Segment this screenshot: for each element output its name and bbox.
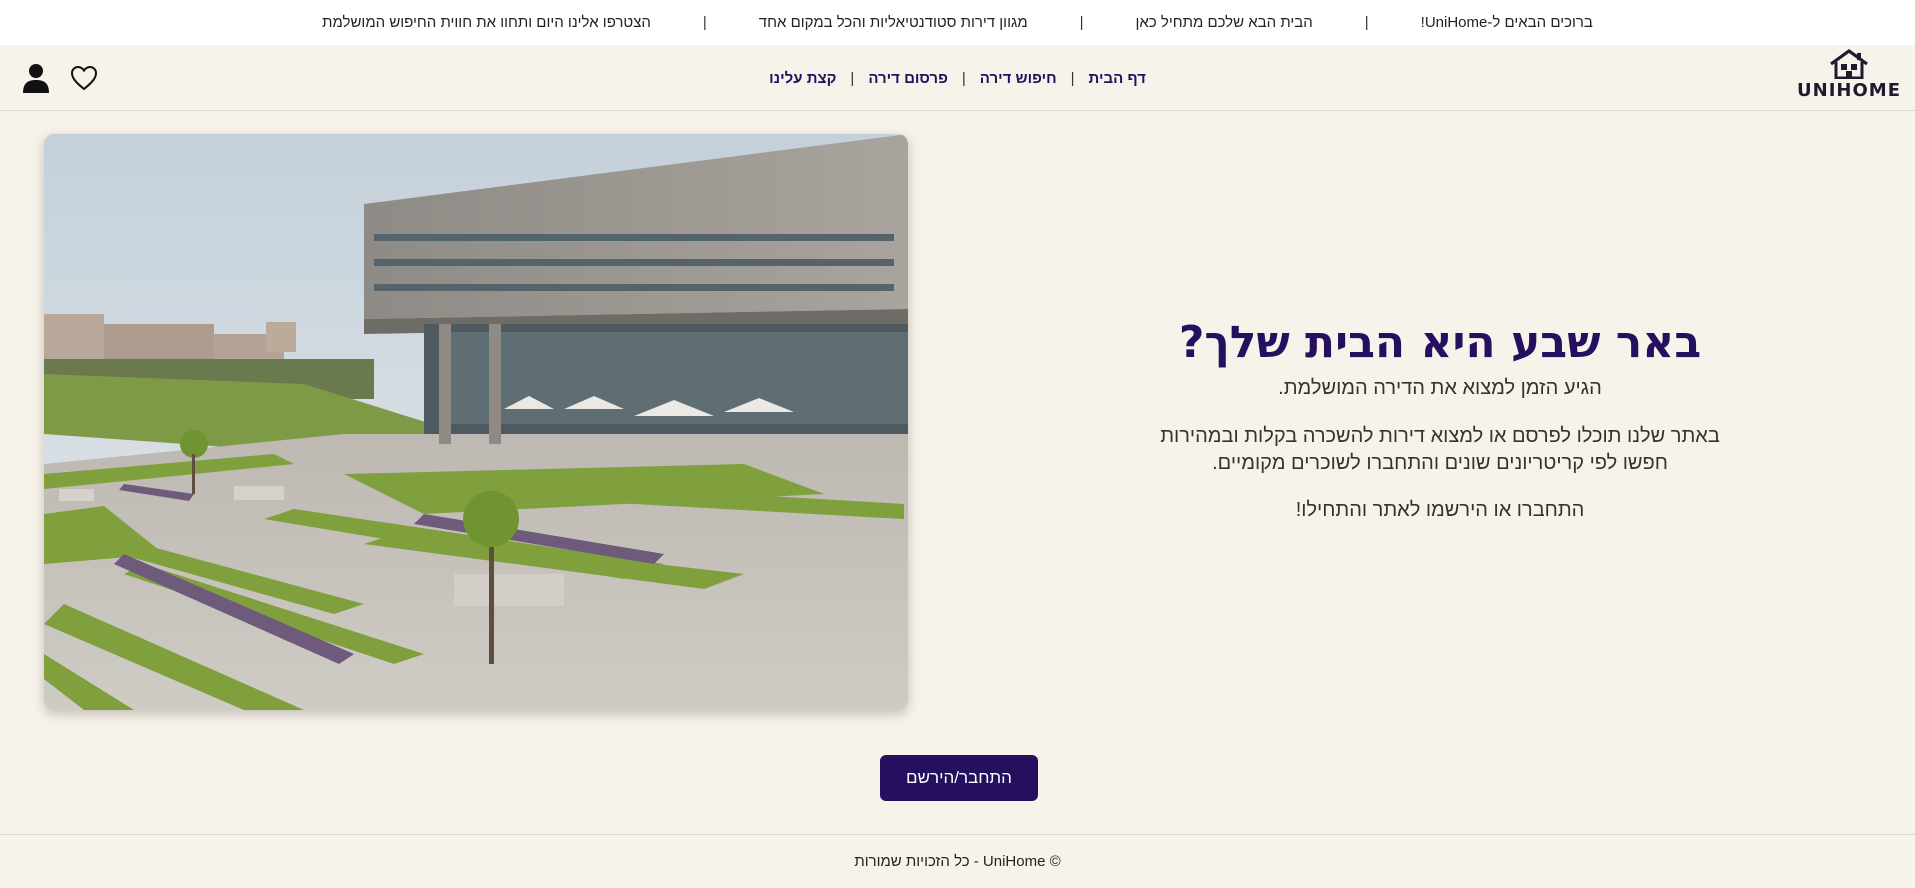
hero-image: [44, 134, 908, 710]
nav-link-about[interactable]: קצת עלינו: [769, 70, 836, 87]
nav-separator: |: [850, 69, 855, 87]
hero-description-line: חפשו לפי קריטריונים שונים והתחברו לשוכרי…: [1212, 451, 1668, 474]
site-header: דף הבית | חיפוש דירה | פרסום דירה | קצת …: [0, 45, 1915, 111]
ticker-separator: |: [702, 14, 707, 31]
house-icon: [1830, 49, 1868, 79]
nav-separator: |: [1070, 69, 1075, 87]
site-logo[interactable]: UNIHOME: [1797, 49, 1901, 105]
hero-subtitle: הגיע הזמן למצוא את הדירה המושלמת.: [1278, 376, 1602, 399]
ticker-message: ברוכים הבאים ל-UniHome!: [1420, 14, 1593, 31]
login-register-button[interactable]: התחבר/הירשם: [880, 755, 1038, 801]
site-footer: © UniHome - כל הזכויות שמורות: [0, 834, 1915, 888]
nav-separator: |: [961, 69, 966, 87]
hero-call-to-action: התחברו או הירשמו לאתר והתחילו!: [1295, 498, 1585, 521]
header-icons: [22, 63, 98, 93]
ticker-message: הבית הבא שלכם מתחיל כאן: [1135, 14, 1313, 31]
ticker-message: הצטרפו אלינו היום ותחוו את חווית החיפוש …: [322, 14, 651, 31]
copyright-text: © UniHome - כל הזכויות שמורות: [854, 853, 1061, 870]
ticker-message: מגוון דירות סטודנטיאליות והכל במקום אחד: [758, 14, 1028, 31]
hero-title: באר שבע היא הבית שלך?: [1178, 317, 1702, 368]
nav-link-home[interactable]: דף הבית: [1089, 70, 1146, 87]
hero-text-block: באר שבע היא הבית שלך? הגיע הזמן למצוא את…: [1130, 317, 1750, 522]
nav-link-search-apartment[interactable]: חיפוש דירה: [980, 70, 1057, 87]
hero-description-line: באתר שלנו תוכלו לפרסם או למצוא דירות להש…: [1160, 424, 1720, 447]
user-icon[interactable]: [22, 63, 50, 93]
ticker-separator: |: [1079, 14, 1084, 31]
logo-text: UNIHOME: [1797, 80, 1901, 101]
campus-building-photo: [44, 134, 908, 710]
announcement-ticker: ברוכים הבאים ל-UniHome! | הבית הבא שלכם …: [0, 0, 1915, 45]
heart-icon[interactable]: [70, 65, 98, 91]
nav-link-publish-apartment[interactable]: פרסום דירה: [868, 70, 948, 87]
hero-description: באתר שלנו תוכלו לפרסם או למצוא דירות להש…: [1130, 423, 1750, 477]
main-nav: דף הבית | חיפוש דירה | פרסום דירה | קצת …: [0, 45, 1915, 111]
ticker-separator: |: [1364, 14, 1369, 31]
